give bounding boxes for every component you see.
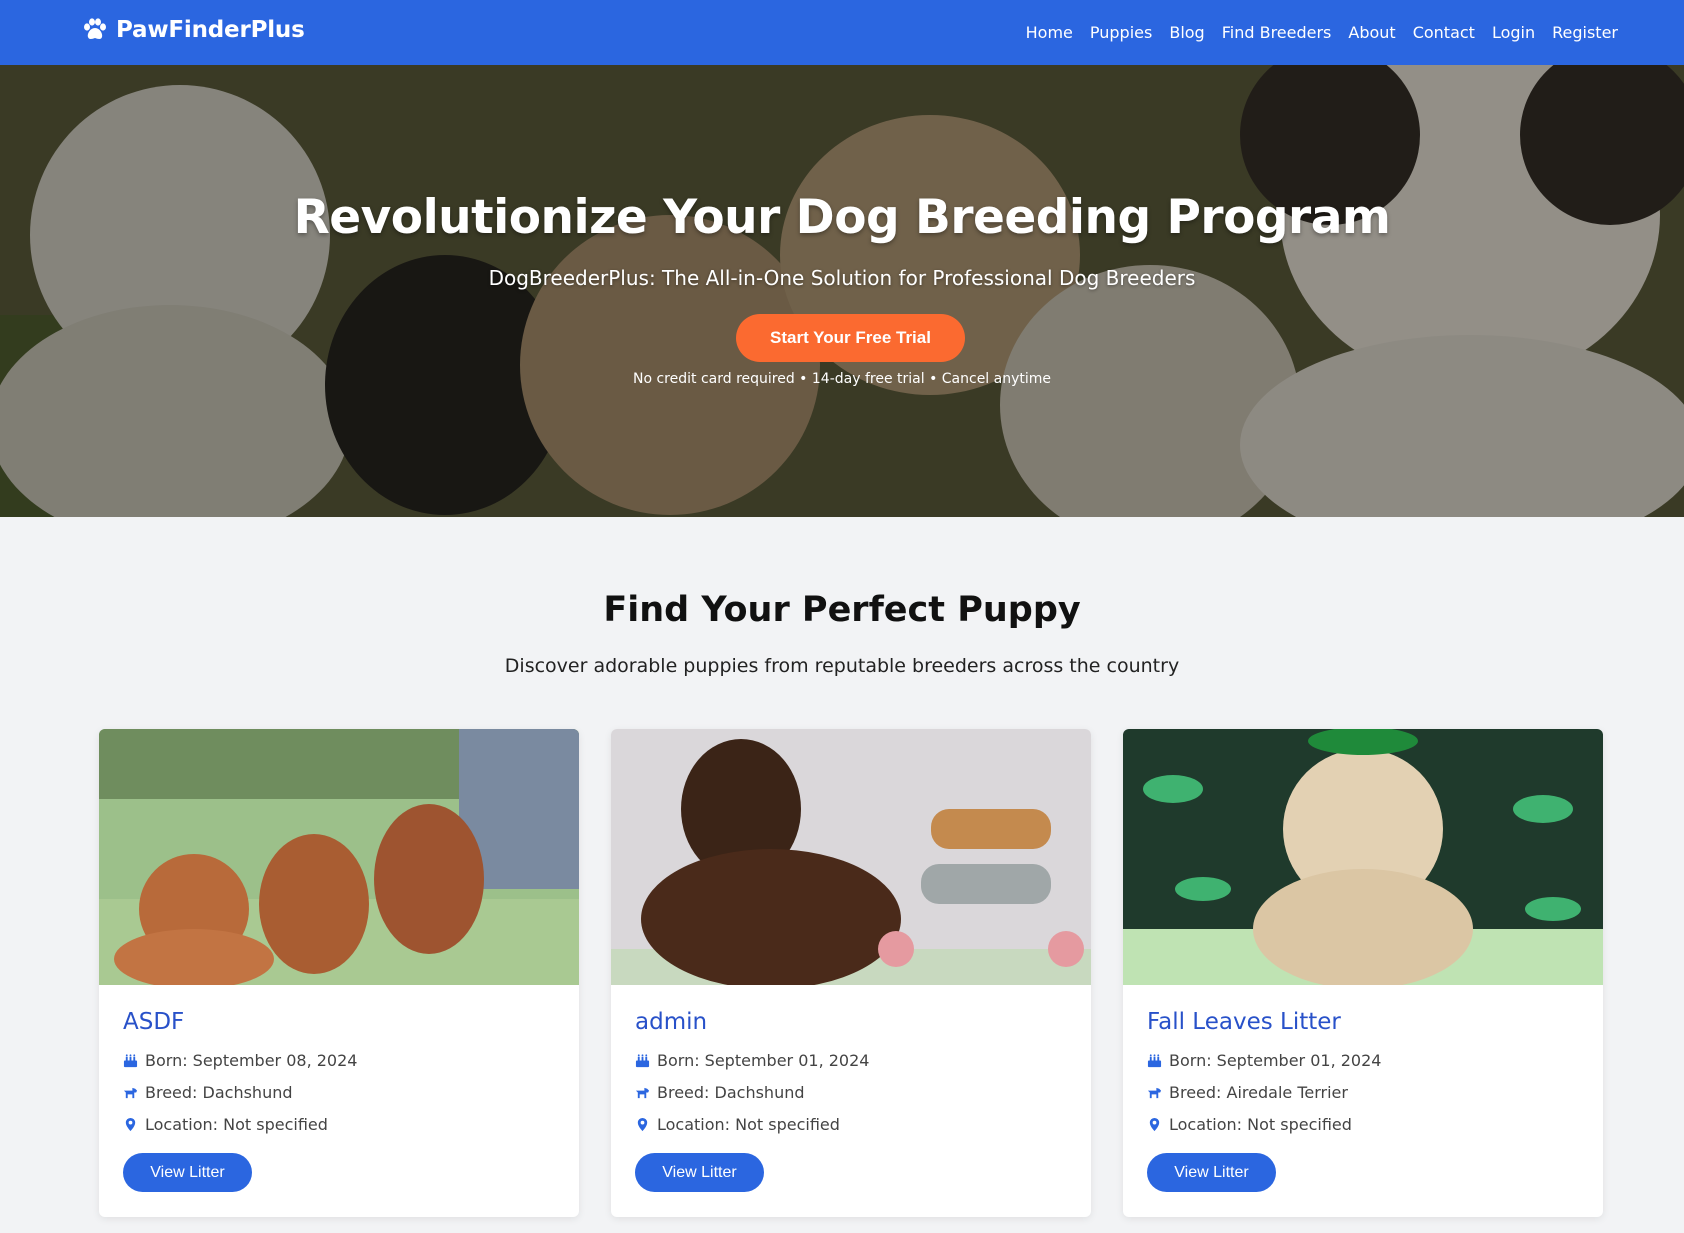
litter-location: Location: Not specified bbox=[123, 1115, 328, 1134]
brand-name: PawFinderPlus bbox=[116, 17, 305, 43]
litter-card: ASDF Born: September 08, 2024 Breed: Dac… bbox=[99, 729, 579, 1217]
view-litter-button[interactable]: View Litter bbox=[123, 1153, 252, 1192]
litter-breed-text: Breed: Dachshund bbox=[657, 1083, 805, 1102]
view-litter-button[interactable]: View Litter bbox=[1147, 1153, 1276, 1192]
nav-contact[interactable]: Contact bbox=[1413, 23, 1475, 42]
dog-icon bbox=[635, 1087, 650, 1099]
nav-register[interactable]: Register bbox=[1552, 23, 1618, 42]
litter-title[interactable]: ASDF bbox=[123, 1009, 184, 1035]
hero-subtitle: DogBreederPlus: The All-in-One Solution … bbox=[488, 266, 1196, 290]
section-subtitle: Discover adorable puppies from reputable… bbox=[504, 655, 1180, 677]
dog-icon bbox=[123, 1087, 138, 1099]
litter-breed-text: Breed: Airedale Terrier bbox=[1169, 1083, 1348, 1102]
litter-location: Location: Not specified bbox=[1147, 1115, 1352, 1134]
litter-born-text: Born: September 08, 2024 bbox=[145, 1051, 358, 1070]
view-litter-button[interactable]: View Litter bbox=[635, 1153, 764, 1192]
hero-note: No credit card required • 14-day free tr… bbox=[632, 371, 1052, 387]
litter-location-text: Location: Not specified bbox=[657, 1115, 840, 1134]
litter-card: admin Born: September 01, 2024 Breed: Da… bbox=[611, 729, 1091, 1217]
litter-born-text: Born: September 01, 2024 bbox=[657, 1051, 870, 1070]
litter-breed: Breed: Dachshund bbox=[123, 1083, 293, 1102]
nav-puppies[interactable]: Puppies bbox=[1090, 23, 1152, 42]
nav-home[interactable]: Home bbox=[1026, 23, 1073, 42]
birthday-cake-icon bbox=[1147, 1054, 1162, 1068]
litter-location-text: Location: Not specified bbox=[145, 1115, 328, 1134]
hero-title: Revolutionize Your Dog Breeding Program bbox=[293, 190, 1391, 245]
litter-born-text: Born: September 01, 2024 bbox=[1169, 1051, 1382, 1070]
litter-breed: Breed: Airedale Terrier bbox=[1147, 1083, 1348, 1102]
birthday-cake-icon bbox=[635, 1054, 650, 1068]
nav-about[interactable]: About bbox=[1348, 23, 1395, 42]
litter-born: Born: September 01, 2024 bbox=[1147, 1051, 1381, 1070]
birthday-cake-icon bbox=[123, 1054, 138, 1068]
litter-photo bbox=[611, 729, 1091, 985]
litter-breed: Breed: Dachshund bbox=[635, 1083, 805, 1102]
nav-find-breeders[interactable]: Find Breeders bbox=[1222, 23, 1332, 42]
litter-born: Born: September 08, 2024 bbox=[123, 1051, 357, 1070]
litter-location: Location: Not specified bbox=[635, 1115, 840, 1134]
start-free-trial-button[interactable]: Start Your Free Trial bbox=[736, 314, 965, 362]
section-title: Find Your Perfect Puppy bbox=[603, 590, 1081, 630]
navbar: PawFinderPlus Home Puppies Blog Find Bre… bbox=[0, 0, 1684, 65]
map-pin-icon bbox=[125, 1117, 136, 1132]
paw-icon bbox=[84, 18, 106, 39]
litter-photo bbox=[1123, 729, 1603, 985]
hero-overlay bbox=[0, 65, 1684, 517]
litter-title[interactable]: Fall Leaves Litter bbox=[1147, 1009, 1341, 1035]
nav-links: Home Puppies Blog Find Breeders About Co… bbox=[1026, 0, 1618, 65]
litter-photo bbox=[99, 729, 579, 985]
litter-location-text: Location: Not specified bbox=[1169, 1115, 1352, 1134]
litter-title[interactable]: admin bbox=[635, 1009, 707, 1035]
nav-login[interactable]: Login bbox=[1492, 23, 1535, 42]
nav-blog[interactable]: Blog bbox=[1169, 23, 1204, 42]
map-pin-icon bbox=[637, 1117, 648, 1132]
litter-born: Born: September 01, 2024 bbox=[635, 1051, 869, 1070]
hero-banner: Revolutionize Your Dog Breeding Program … bbox=[0, 65, 1684, 517]
litter-card: Fall Leaves Litter Born: September 01, 2… bbox=[1123, 729, 1603, 1217]
dog-icon bbox=[1147, 1087, 1162, 1099]
brand-logo[interactable]: PawFinderPlus bbox=[82, 17, 305, 43]
map-pin-icon bbox=[1149, 1117, 1160, 1132]
litter-breed-text: Breed: Dachshund bbox=[145, 1083, 293, 1102]
